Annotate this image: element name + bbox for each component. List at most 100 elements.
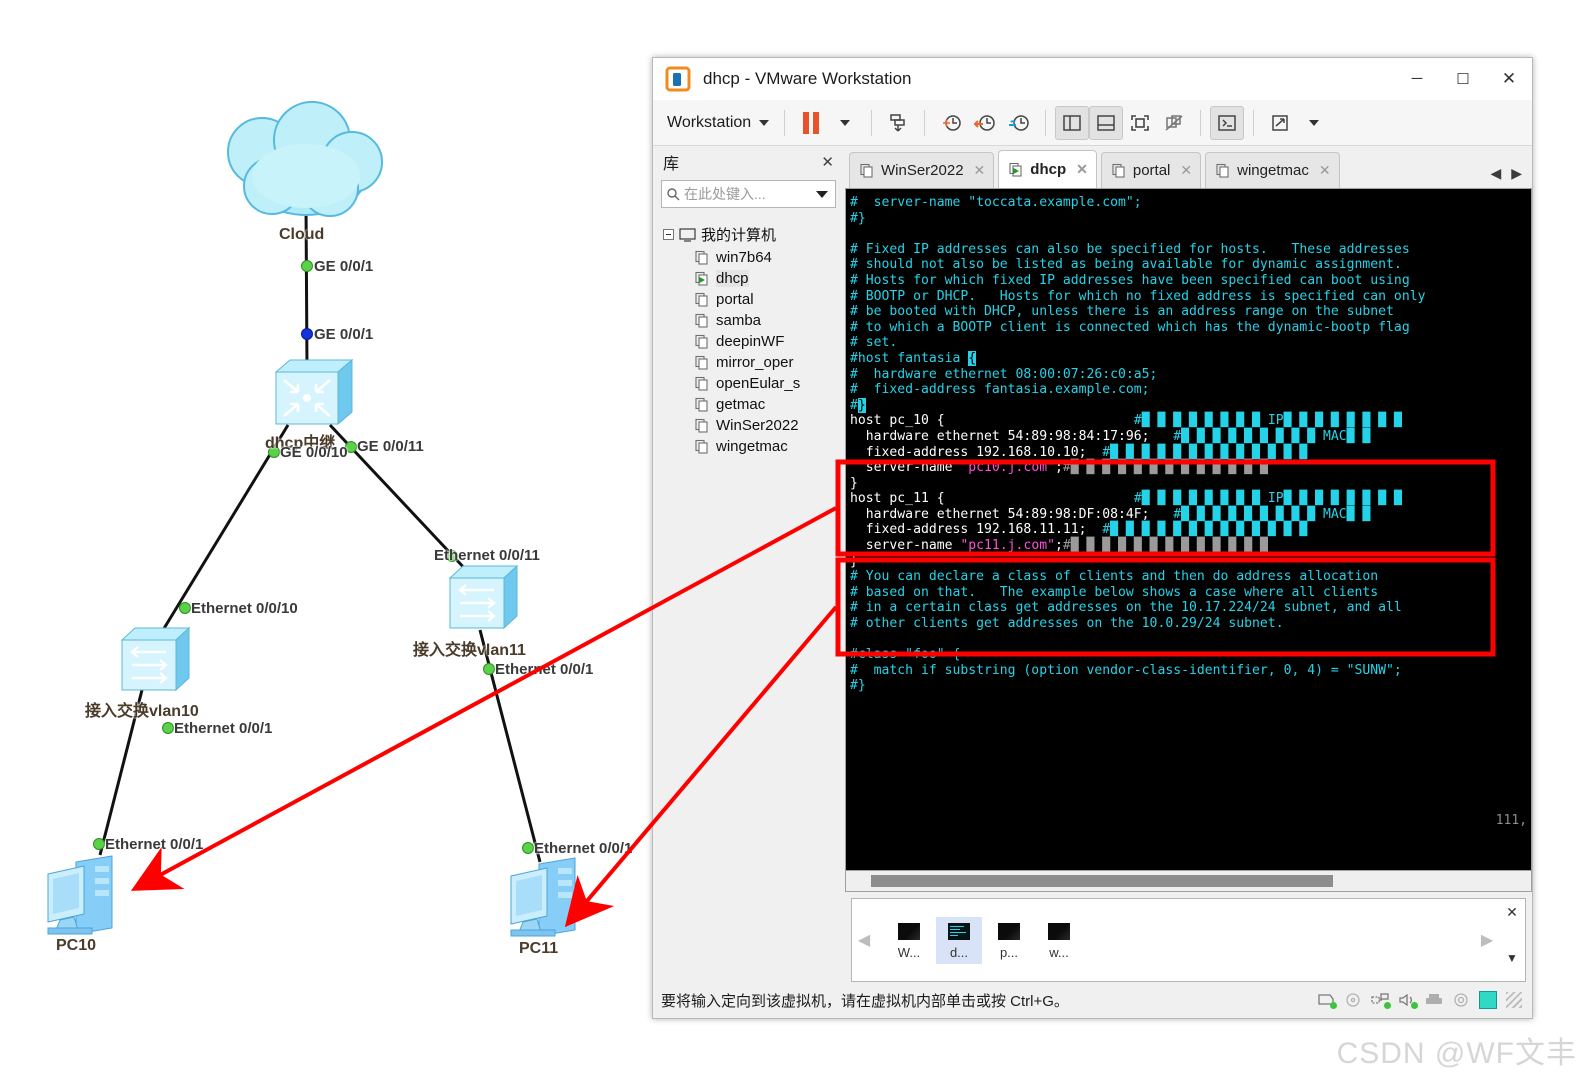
router-icon: [274, 358, 354, 426]
resize-grip-icon[interactable]: [1506, 992, 1522, 1008]
thumbnail-preview: [898, 922, 920, 940]
stretch-dropdown-button[interactable]: [1297, 106, 1331, 140]
thumbnail-item[interactable]: p...: [986, 917, 1032, 964]
activity-dot: [1411, 1002, 1418, 1009]
chevron-down-icon[interactable]: [816, 190, 828, 198]
activity-dot: [1384, 1002, 1391, 1009]
iface-label-router-ge0-0-11: GE 0/0/11: [357, 438, 424, 455]
pause-dropdown-button[interactable]: [828, 106, 862, 140]
tab-portal[interactable]: portal ✕: [1100, 152, 1202, 188]
terminal-line: # match if substring (option vendor-clas…: [850, 662, 1402, 678]
tree-item-samba[interactable]: samba: [653, 310, 844, 331]
thumbnail-close-icon[interactable]: ✕: [1506, 904, 1518, 921]
tree-item-winser2022[interactable]: WinSer2022: [653, 415, 844, 436]
sound-card-icon[interactable]: [1398, 992, 1418, 1009]
toolbar-divider: [924, 109, 926, 136]
tree-item-label: getmac: [716, 396, 766, 413]
tree-item-mirror_oper[interactable]: mirror_oper: [653, 352, 844, 373]
take-snapshot-button[interactable]: [934, 106, 968, 140]
terminal-line: host pc_10 { #█ █ █ █ █ █ █ █ IP█ █ █ █ …: [850, 413, 1402, 429]
thumbnail-prev-icon[interactable]: ◀: [852, 930, 876, 950]
tree-item-dhcp[interactable]: dhcp: [653, 268, 844, 289]
close-button[interactable]: ✕: [1486, 58, 1532, 100]
library-title: 库: [663, 156, 680, 173]
network-topology-diagram: Cloud dhcp中继 接入交换vlan10 接入交换vlan11 PC10 …: [0, 0, 660, 1000]
tab-label: wingetmac: [1237, 162, 1309, 179]
tab-scroll-controls[interactable]: ◀ ▶: [1490, 165, 1532, 188]
tab-scroll-next-icon[interactable]: ▶: [1511, 165, 1522, 182]
computer-icon: [679, 227, 696, 242]
library-close-icon[interactable]: ✕: [821, 153, 834, 171]
iface-label-pc10-eth0-0-1: Ethernet 0/0/1: [105, 836, 204, 853]
window-titlebar[interactable]: dhcp - VMware Workstation ─ ☐ ✕: [653, 58, 1532, 100]
terminal-line: #host fantasia {: [850, 350, 977, 366]
tab-wingetmac[interactable]: wingetmac ✕: [1205, 152, 1340, 188]
thumbnail-item[interactable]: w...: [1036, 917, 1082, 964]
library-search-input[interactable]: 在此处键入...: [684, 184, 812, 204]
workstation-menu-button[interactable]: Workstation: [661, 114, 775, 132]
show-library-button[interactable]: [1055, 105, 1090, 140]
snapshot-manager-icon: [1009, 114, 1029, 131]
tree-item-openeular_s[interactable]: openEular_s: [653, 373, 844, 394]
iface-label-pc11-eth0-0-1: Ethernet 0/0/1: [534, 840, 633, 857]
chevron-down-icon: [840, 119, 851, 126]
tab-close-icon[interactable]: ✕: [1076, 161, 1088, 178]
revert-snapshot-icon: [973, 114, 995, 131]
status-message: 要将输入定向到该虚拟机，请在虚拟机内部单击或按 Ctrl+G。: [661, 992, 1069, 1010]
tab-close-icon[interactable]: ✕: [974, 162, 986, 179]
unity-mode-button[interactable]: [1157, 106, 1191, 140]
maximize-button[interactable]: ☐: [1440, 58, 1486, 100]
tree-item-win7b64[interactable]: win7b64: [653, 247, 844, 268]
network-adapter-icon[interactable]: [1371, 992, 1391, 1009]
camera-icon[interactable]: [1452, 992, 1470, 1008]
minimize-button[interactable]: ─: [1394, 58, 1440, 100]
iface-label-sw11-eth0-0-11: Ethernet 0/0/11: [434, 547, 540, 564]
search-icon: [667, 188, 680, 201]
tab-close-icon[interactable]: ✕: [1319, 162, 1331, 179]
hard-disk-icon[interactable]: [1317, 992, 1337, 1009]
thumbnail-next-icon[interactable]: ▶: [1475, 930, 1499, 950]
enter-full-screen-button[interactable]: [1123, 106, 1157, 140]
show-thumbnail-bar-button[interactable]: [1089, 105, 1124, 140]
thumbnail-item[interactable]: W...: [886, 917, 932, 964]
library-search-box[interactable]: 在此处键入...: [661, 180, 836, 208]
tab-label: portal: [1132, 162, 1171, 179]
printer-icon[interactable]: [1425, 992, 1443, 1008]
pause-button[interactable]: [794, 106, 828, 140]
tree-item-portal[interactable]: portal: [653, 289, 844, 310]
stretch-icon: [1272, 114, 1288, 131]
tab-winser2022[interactable]: WinSer2022 ✕: [849, 152, 995, 188]
tree-item-deepinwf[interactable]: deepinWF: [653, 331, 844, 352]
scrollbar-thumb[interactable]: [871, 875, 1333, 887]
tab-dhcp[interactable]: dhcp ✕: [998, 150, 1097, 188]
toolbar-divider: [1200, 109, 1202, 136]
revert-snapshot-button[interactable]: [968, 106, 1002, 140]
snapshot-manager-button[interactable]: [1002, 106, 1036, 140]
thumbnail-dropdown-icon[interactable]: ▼: [1506, 951, 1518, 965]
tab-close-icon[interactable]: ✕: [1180, 162, 1192, 179]
tab-scroll-prev-icon[interactable]: ◀: [1490, 165, 1501, 182]
thumbnail-item[interactable]: d...: [936, 916, 982, 964]
console-view-button[interactable]: [1210, 105, 1245, 140]
terminal-line: # fixed-address fantasia.example.com;: [850, 382, 1150, 398]
console-horizontal-scrollbar[interactable]: [845, 870, 1532, 892]
status-bar: 要将输入定向到该虚拟机，请在虚拟机内部单击或按 Ctrl+G。: [653, 982, 1532, 1018]
unity-mode-icon: [1165, 114, 1183, 131]
node-label-pc11: PC11: [519, 940, 559, 957]
cd-dvd-icon[interactable]: [1344, 992, 1362, 1008]
tree-item-getmac[interactable]: getmac: [653, 394, 844, 415]
terminal-line: hardware ethernet 54:89:98:DF:08:4F; #█ …: [850, 506, 1371, 522]
display-icon[interactable]: [1479, 991, 1497, 1009]
tree-root-my-computer[interactable]: 我的计算机: [653, 222, 844, 247]
send-ctrl-alt-del-button[interactable]: [881, 106, 915, 140]
stretch-guest-button[interactable]: [1263, 106, 1297, 140]
collapse-icon[interactable]: [663, 229, 674, 240]
vmware-logo-icon: [665, 66, 691, 92]
terminal-line: server-name "pc10.j.com";#█ █ █ █ █ █ █ …: [850, 460, 1268, 476]
tree-item-wingetmac[interactable]: wingetmac: [653, 436, 844, 457]
terminal-line: # hardware ethernet 08:00:07:26:c0:a5;: [850, 366, 1158, 382]
vm-console-screen[interactable]: # server-name "toccata.example.com"; #} # …: [845, 188, 1532, 870]
node-label-pc10: PC10: [56, 937, 97, 954]
